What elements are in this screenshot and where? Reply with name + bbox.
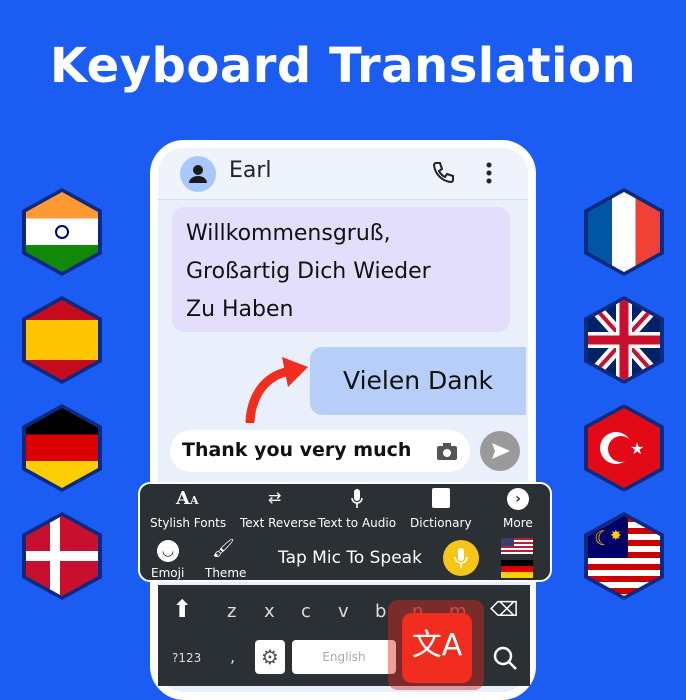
flag-us-selector[interactable]: [501, 538, 533, 554]
toolbar-text-to-audio[interactable]: Text to Audio: [318, 516, 396, 530]
keyboard: ⬆ z x c v b n m ⌫ ?123 , ⚙ English 文A: [158, 585, 530, 690]
keyboard-toolbar: AA Stylish Fonts ⇄ Text Reverse Text to …: [138, 482, 552, 582]
chat-header: Earl: [158, 148, 528, 200]
message-line: Großartig Dich Wieder: [186, 259, 431, 284]
microphone-icon: [454, 548, 468, 568]
backspace-key[interactable]: ⌫: [490, 597, 518, 621]
send-button[interactable]: [480, 431, 520, 471]
dictionary-icon: [432, 488, 450, 508]
flag-uk: [584, 296, 664, 384]
more-menu-icon[interactable]: [483, 160, 495, 188]
flag-turkey: ★: [584, 404, 664, 492]
page-title: Keyboard Translation: [49, 38, 637, 94]
key-b[interactable]: b: [375, 601, 386, 622]
emoji-icon: ◡: [157, 540, 179, 562]
settings-gear-icon[interactable]: ⚙: [255, 640, 285, 674]
text-reverse-icon: ⇄: [268, 488, 282, 507]
toolbar-stylish-fonts[interactable]: Stylish Fonts: [150, 516, 226, 530]
shift-key[interactable]: ⬆: [172, 595, 192, 623]
send-icon: [492, 443, 510, 459]
translate-icon: 文A: [411, 628, 463, 663]
message-input-value: Thank you very much: [182, 439, 412, 461]
contact-name: Earl: [229, 158, 272, 183]
toolbar-text-reverse[interactable]: Text Reverse: [240, 516, 316, 530]
toolbar-dictionary[interactable]: Dictionary: [410, 516, 472, 530]
received-message-bubble: Willkommensgruß, Großartig Dich Wieder Z…: [172, 207, 510, 332]
key-x[interactable]: x: [264, 601, 275, 622]
key-v[interactable]: v: [338, 601, 349, 622]
contact-avatar[interactable]: [180, 156, 216, 192]
flag-france: [584, 188, 664, 276]
symbols-key[interactable]: ?123: [172, 651, 201, 665]
message-input[interactable]: Thank you very much: [170, 430, 470, 472]
space-bar[interactable]: English: [292, 640, 396, 674]
theme-brush-icon: 🖌: [212, 538, 235, 559]
flag-spain: [22, 296, 102, 384]
flag-india: [22, 188, 102, 276]
message-line: Willkommensgruß,: [186, 221, 391, 246]
camera-icon[interactable]: [436, 441, 458, 461]
toolbar-more[interactable]: More: [503, 516, 533, 530]
toolbar-theme[interactable]: Theme: [205, 566, 246, 580]
sent-message-bubble: Vielen Dank: [310, 347, 526, 415]
message-line: Zu Haben: [186, 297, 294, 322]
flag-malaysia: ☾ ✸: [584, 512, 664, 600]
microphone-icon: [351, 489, 363, 508]
flag-denmark: [22, 512, 102, 600]
toolbar-emoji[interactable]: Emoji: [151, 566, 184, 580]
comma-key[interactable]: ,: [230, 647, 235, 666]
search-icon[interactable]: [492, 645, 518, 671]
phone-call-icon[interactable]: [430, 160, 456, 186]
key-c[interactable]: c: [301, 601, 311, 622]
flag-de-selector[interactable]: [501, 560, 533, 578]
flag-germany: [22, 404, 102, 492]
key-z[interactable]: z: [227, 601, 236, 622]
mic-prompt: Tap Mic To Speak: [278, 548, 422, 568]
red-arrow-icon: [245, 357, 308, 423]
chevron-right-icon: ›: [507, 488, 529, 510]
mic-button[interactable]: [443, 540, 479, 576]
translate-button[interactable]: 文A: [402, 613, 472, 683]
stylish-fonts-icon: AA: [176, 488, 199, 509]
